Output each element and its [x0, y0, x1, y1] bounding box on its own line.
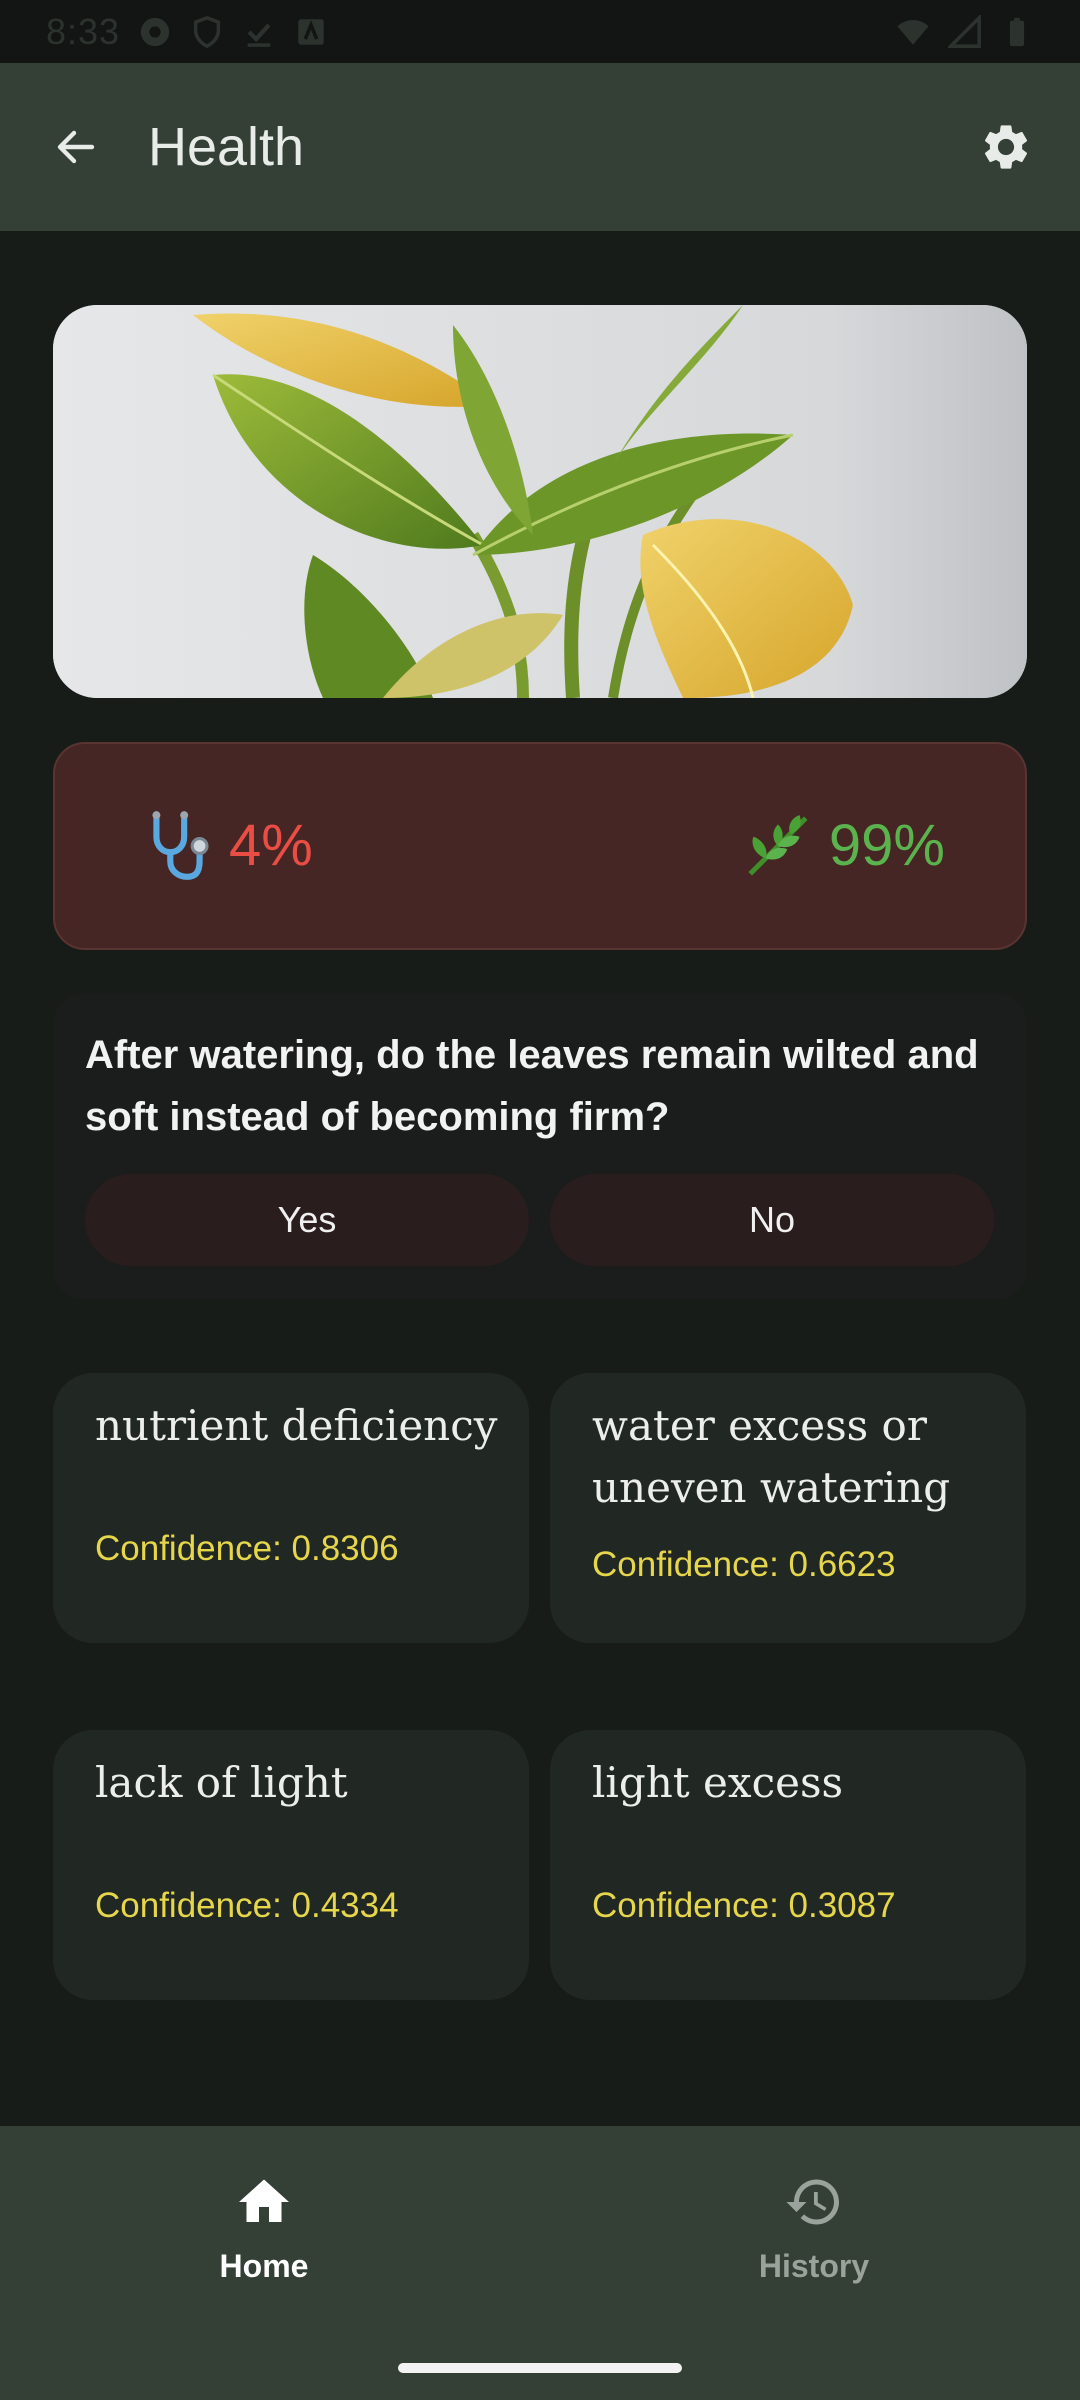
disease-stat: 4% — [141, 806, 313, 886]
nav-label-history: History — [758, 2248, 870, 2284]
diagnosis-name: water excess or uneven watering — [592, 1401, 951, 1512]
arrow-back-icon — [57, 130, 95, 164]
plant-photo — [53, 305, 1027, 698]
home-icon — [239, 2179, 289, 2222]
diagnosis-confidence: Confidence: 0.3087 — [592, 1886, 896, 1925]
diagnosis-confidence: Confidence: 0.8306 — [95, 1529, 399, 1568]
diagnosis-card[interactable]: light excess Confidence: 0.3087 — [550, 1730, 1026, 2000]
status-time: 8:33 — [46, 10, 121, 52]
health-percentage: 99% — [828, 813, 945, 878]
diagnosis-confidence: Confidence: 0.6623 — [592, 1545, 896, 1584]
status-bar: 8:33 — [0, 0, 1080, 63]
diagnosis-card[interactable]: nutrient deficiency Confidence: 0.8306 — [53, 1373, 529, 1643]
diagnosis-name: lack of light — [95, 1758, 348, 1807]
status-right — [896, 14, 1034, 49]
screen: 8:33 Health 4% 99% After watering, do th… — [0, 0, 1080, 2400]
gesture-bar[interactable] — [398, 2363, 682, 2373]
diagnosis-card[interactable]: water excess or uneven watering Confiden… — [550, 1373, 1026, 1643]
back-button[interactable] — [40, 111, 112, 183]
app-bar: Health — [0, 63, 1080, 231]
no-button[interactable]: No — [550, 1174, 994, 1266]
question-card: After watering, do the leaves remain wil… — [53, 994, 1027, 1299]
yes-button[interactable]: Yes — [85, 1174, 529, 1266]
question-text: After watering, do the leaves remain wil… — [85, 1033, 979, 1139]
chrome-icon — [140, 17, 170, 46]
stethoscope-icon — [152, 811, 209, 880]
gear-icon — [984, 125, 1028, 169]
diagnosis-confidence: Confidence: 0.4334 — [95, 1886, 399, 1925]
page-title: Health — [148, 117, 305, 177]
nav-item-home[interactable]: Home — [114, 2166, 414, 2316]
signal-icon — [948, 14, 981, 48]
diagnosis-name: nutrient deficiency — [95, 1401, 498, 1450]
shield-icon — [193, 15, 221, 48]
status-left: 8:33 — [46, 11, 328, 53]
diagnosis-card[interactable]: lack of light Confidence: 0.4334 — [53, 1730, 529, 2000]
bottom-navigation: Home History — [0, 2126, 1080, 2400]
nav-item-history[interactable]: History — [664, 2166, 964, 2316]
health-stats-card: 4% 99% — [53, 742, 1027, 950]
history-icon — [786, 2179, 839, 2225]
battery-icon — [1009, 17, 1025, 46]
plant-photo-illustration — [53, 305, 1027, 698]
diagnosis-name: light excess — [592, 1758, 844, 1807]
download-done-icon — [247, 22, 271, 47]
disease-percentage: 4% — [229, 813, 313, 878]
app-notification-icon — [298, 18, 324, 45]
nav-label-home: Home — [219, 2248, 309, 2284]
wifi-icon — [897, 19, 929, 45]
settings-button[interactable] — [970, 111, 1042, 183]
health-stat: 99% — [741, 806, 945, 886]
herb-icon — [748, 815, 808, 876]
